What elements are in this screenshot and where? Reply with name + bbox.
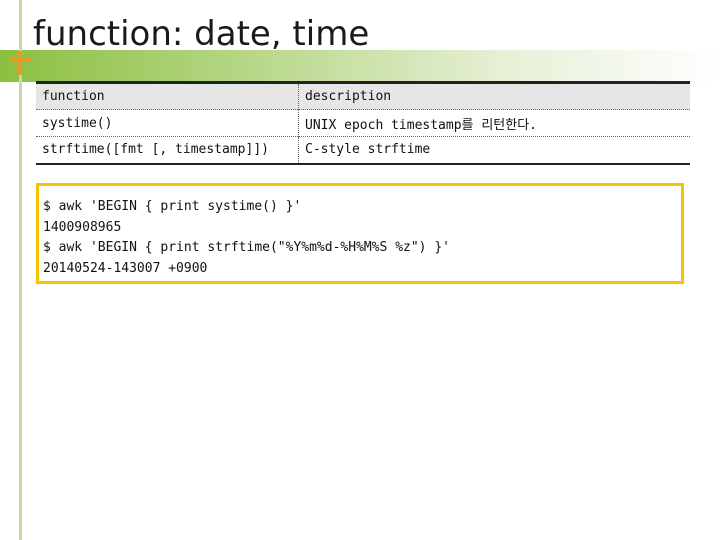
cell-description: UNIX epoch timestamp를 리턴한다. bbox=[305, 117, 537, 133]
code-example-box: $ awk 'BEGIN { print systime() }' 140090… bbox=[36, 183, 684, 284]
table-row: strftime([fmt [, timestamp]]) C-style st… bbox=[36, 136, 690, 164]
code-line: $ awk 'BEGIN { print strftime("%Y%m%d-%H… bbox=[43, 240, 450, 255]
code-line: 20140524-143007 +0900 bbox=[43, 260, 208, 276]
code-line: $ awk 'BEGIN { print systime() }' bbox=[43, 199, 302, 214]
function-table: function description systime() UNIX epoc… bbox=[36, 81, 690, 165]
header-description: description bbox=[305, 89, 392, 104]
cross-accent-horizontal bbox=[9, 58, 31, 62]
left-accent-line bbox=[19, 0, 22, 540]
table-header-row: function description bbox=[36, 82, 690, 110]
code-line: 1400908965 bbox=[43, 219, 122, 235]
table-row: systime() UNIX epoch timestamp를 리턴한다. bbox=[36, 109, 690, 137]
cell-function: systime() bbox=[36, 109, 299, 137]
cross-accent-vertical bbox=[18, 51, 22, 75]
header-function: function bbox=[36, 82, 299, 110]
cell-description: C-style strftime bbox=[305, 142, 431, 158]
slide-title: function: date, time bbox=[33, 14, 370, 54]
cell-function: strftime([fmt [, timestamp]]) bbox=[36, 136, 299, 164]
